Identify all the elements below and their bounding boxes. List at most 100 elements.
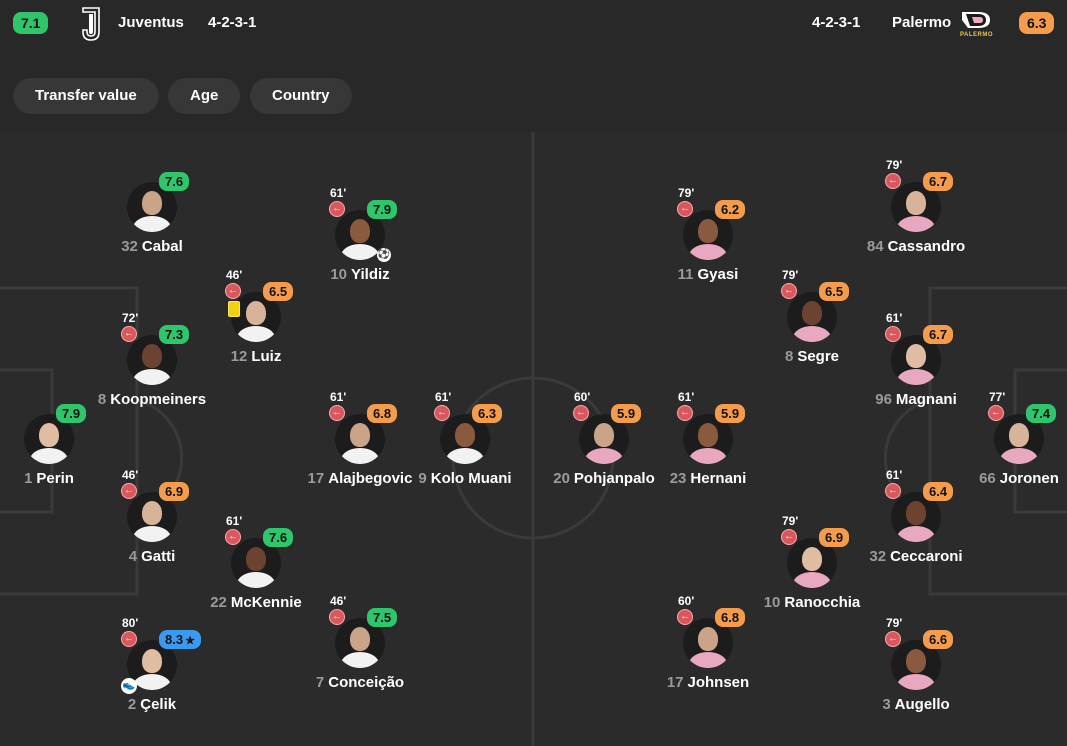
- player-name[interactable]: 23 Hernani: [633, 470, 783, 488]
- sub-minute: 61': [330, 390, 347, 404]
- player-name-text: Kolo Muani: [430, 470, 512, 487]
- sub-minute: 46': [122, 468, 139, 482]
- sub-minute: 79': [678, 186, 695, 200]
- avatar-head: [246, 301, 266, 325]
- player-card[interactable]: 6.3 61' ← 9 Kolo Muani: [390, 390, 540, 524]
- match-header: 7.1 Juventus 4-2-3-1 4-2-3-1 Palermo PAL…: [0, 0, 1067, 61]
- player-rating-value: 7.9: [62, 406, 81, 421]
- player-name[interactable]: 32 Cabal: [77, 238, 227, 256]
- player-rating: 8.3 ★: [159, 630, 201, 649]
- sub-minute: 77': [989, 390, 1006, 404]
- player-rating-value: 7.9: [373, 202, 392, 217]
- substitution-out-icon: ←: [781, 529, 797, 545]
- player-number: 1: [24, 470, 33, 487]
- player-name-text: Yildiz: [351, 266, 390, 283]
- avatar-body: [793, 326, 831, 342]
- avatar-body: [689, 652, 727, 668]
- substitution-out-icon: ←: [988, 405, 1004, 421]
- player-name[interactable]: 3 Augello: [841, 696, 991, 714]
- palermo-logo-icon[interactable]: PALERMO: [956, 8, 996, 45]
- player-card[interactable]: 6.8 60' ← 17 Johnsen: [633, 594, 783, 728]
- substitution-out-icon: ←: [121, 483, 137, 499]
- player-rating: 7.9: [367, 200, 398, 219]
- substitution-out-icon: ←: [434, 405, 450, 421]
- player-rating: 5.9: [715, 404, 746, 423]
- avatar-head: [142, 344, 162, 368]
- player-number: 17: [666, 674, 684, 691]
- avatar-body: [341, 652, 379, 668]
- player-rating: 6.9: [819, 528, 850, 547]
- home-formation: 4-2-3-1: [208, 14, 257, 31]
- palermo-logo-text: PALERMO: [960, 32, 994, 38]
- assist-boot-icon: 👟: [121, 678, 137, 694]
- substitution-out-icon: ←: [885, 173, 901, 189]
- sub-minute: 79': [886, 158, 903, 172]
- player-number: 2: [127, 696, 137, 713]
- player-rating: 6.7: [923, 172, 954, 191]
- away-team-rating: 6.3: [1019, 12, 1055, 34]
- sub-minute: 79': [886, 616, 903, 630]
- substitution-out-icon: ←: [885, 326, 901, 342]
- player-rating: 6.8: [715, 608, 746, 627]
- player-rating-value: 6.2: [721, 202, 740, 217]
- player-rating: 6.4: [923, 482, 954, 501]
- avatar-head: [698, 627, 718, 651]
- player-rating-value: 7.5: [373, 610, 392, 625]
- player-rating: 6.5: [263, 282, 294, 301]
- player-card[interactable]: 5.9 61' ← 23 Hernani: [633, 390, 783, 524]
- player-name[interactable]: 2 Çelik: [77, 696, 227, 714]
- avatar-body: [897, 674, 935, 690]
- filter-age[interactable]: Age: [168, 78, 241, 114]
- player-number: 17: [307, 470, 325, 487]
- player-card[interactable]: 6.7 79' ← 84 Cassandro: [841, 158, 991, 292]
- sub-minute: 79': [782, 514, 799, 528]
- player-name[interactable]: 84 Cassandro: [841, 238, 991, 256]
- star-icon: ★: [185, 635, 195, 647]
- substitution-out-icon: ←: [677, 609, 693, 625]
- substitution-out-icon: ←: [225, 283, 241, 299]
- avatar-head: [350, 219, 370, 243]
- player-number: 10: [330, 266, 348, 283]
- player-rating-value: 7.3: [165, 327, 184, 342]
- player-rating-value: 6.9: [165, 484, 184, 499]
- avatar-head: [246, 547, 266, 571]
- player-rating-value: 6.9: [825, 530, 844, 545]
- filter-country[interactable]: Country: [250, 78, 352, 114]
- avatar-body: [897, 216, 935, 232]
- player-number: 3: [882, 696, 891, 713]
- player-rating-value: 6.3: [478, 406, 497, 421]
- player-name-text: Luiz: [251, 348, 282, 365]
- avatar-head: [142, 501, 162, 525]
- player-name-text: Cabal: [141, 238, 183, 255]
- player-card[interactable]: 7.5 46' ← 7 Conceição: [285, 594, 435, 728]
- player-rating: 7.6: [159, 172, 190, 191]
- goal-ball-icon: ⚽: [377, 248, 391, 262]
- player-rating-value: 6.6: [929, 632, 948, 647]
- pitch: 7.6 32 Cabal 7.9 61' ← ⚽ 10 Yildiz 6.5 46' ← 12 Luiz 7…: [0, 132, 1067, 746]
- player-card[interactable]: 8.3 ★ 80' ← 👟 2 Çelik: [77, 616, 227, 746]
- player-rating: 7.5: [367, 608, 398, 627]
- player-number: 12: [230, 348, 248, 365]
- home-team-name[interactable]: Juventus: [118, 14, 184, 31]
- avatar-body: [446, 448, 484, 464]
- player-card[interactable]: 6.6 79' ← 3 Augello: [841, 616, 991, 746]
- juventus-logo-icon[interactable]: [80, 6, 102, 47]
- sub-minute: 61': [678, 390, 695, 404]
- away-team-name[interactable]: Palermo: [892, 14, 951, 31]
- player-name[interactable]: 17 Johnsen: [633, 674, 783, 692]
- player-number: 84: [866, 238, 884, 255]
- substitution-out-icon: ←: [121, 631, 137, 647]
- substitution-out-icon: ←: [677, 201, 693, 217]
- player-card[interactable]: 7.6 32 Cabal: [77, 172, 227, 292]
- player-name-text: Ranocchia: [784, 594, 861, 611]
- player-name[interactable]: 9 Kolo Muani: [390, 470, 540, 488]
- player-name-text: Segre: [797, 348, 840, 365]
- player-name[interactable]: 7 Conceição: [285, 674, 435, 692]
- avatar-head: [39, 423, 59, 447]
- substitution-out-icon: ←: [573, 405, 589, 421]
- avatar-body: [237, 326, 275, 342]
- filter-transfer-value[interactable]: Transfer value: [13, 78, 159, 114]
- player-rating-value: 6.5: [825, 284, 844, 299]
- sub-minute: 60': [574, 390, 591, 404]
- away-formation: 4-2-3-1: [812, 14, 861, 31]
